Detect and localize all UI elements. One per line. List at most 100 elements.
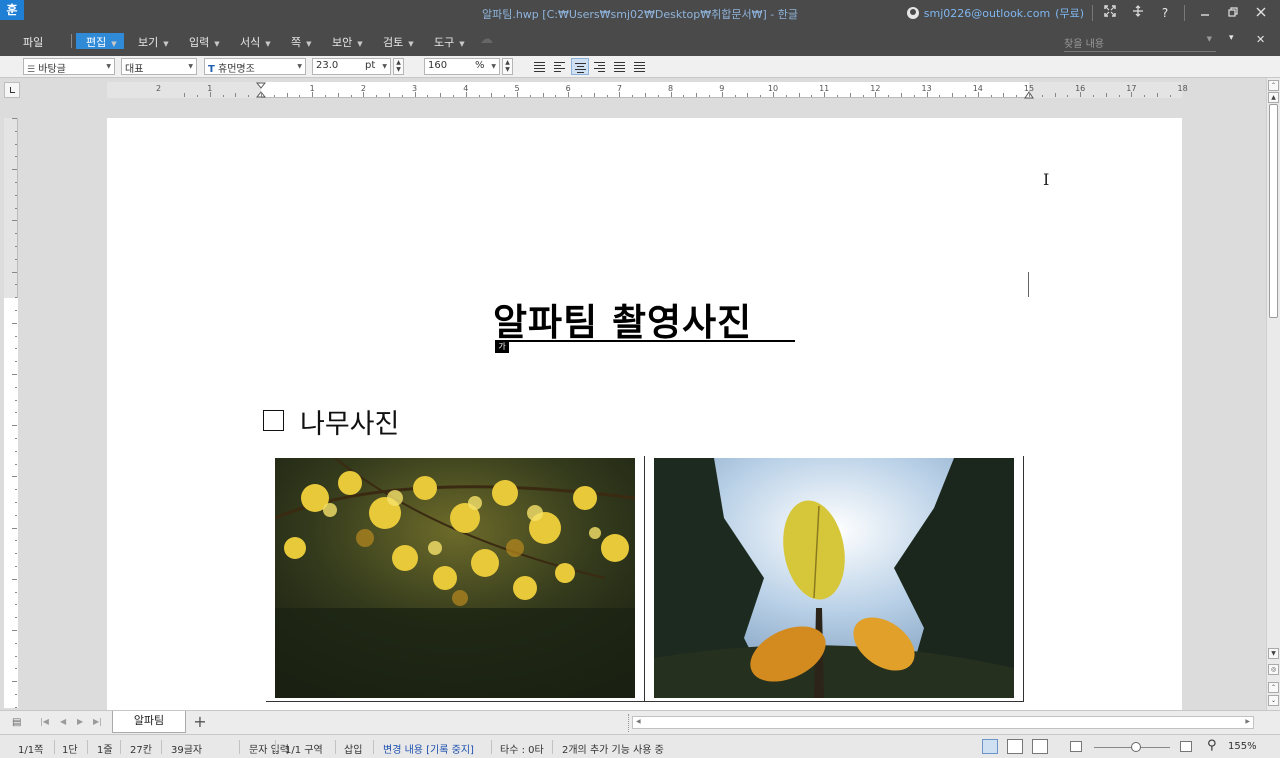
maple-photo[interactable]	[275, 458, 635, 698]
close-doc-icon[interactable]: ✕	[1256, 33, 1265, 46]
language-select[interactable]: 대표 ▼	[121, 58, 197, 75]
zoom-level[interactable]: 155%	[1228, 741, 1257, 752]
scroll-left-icon[interactable]: ◀	[636, 718, 641, 725]
status-bar: 1/1쪽 1단 1줄 27칸 39글자 문자 입력 1/1 구역 삽입 변경 내…	[0, 734, 1280, 758]
horizontal-scrollbar[interactable]: ◀ ▶	[632, 716, 1254, 729]
menu-security[interactable]: 보안 ▼	[332, 34, 363, 50]
full-view-icon[interactable]	[1032, 739, 1048, 754]
ruler-tick	[15, 668, 17, 670]
tab-type-button[interactable]	[4, 82, 20, 98]
font-size-spinner[interactable]: ▲ ▼	[393, 58, 404, 75]
menu-tools[interactable]: 도구 ▼	[434, 34, 465, 50]
scroll-down-icon[interactable]: ▼	[1268, 648, 1279, 659]
first-sheet-icon[interactable]: |◀	[40, 717, 49, 726]
resize-icon[interactable]	[1129, 5, 1147, 21]
status-track-changes[interactable]: 변경 내용 [기록 중지]	[383, 741, 474, 756]
sheet-list-icon[interactable]: ▤	[12, 717, 21, 728]
align-distribute-icon[interactable]	[611, 58, 629, 75]
find-dropdown-icon[interactable]: ▾	[1229, 33, 1234, 43]
scroll-top-icon[interactable]: ⌃	[1268, 80, 1279, 91]
ruler-tick	[1118, 95, 1120, 97]
scroll-divider[interactable]	[628, 714, 629, 732]
menu-insert[interactable]: 입력 ▼	[189, 34, 220, 50]
ruler-tick	[15, 194, 17, 196]
font-size-input[interactable]: 23.0 pt ▼	[312, 58, 391, 75]
page-view-icon[interactable]: ◎	[1268, 664, 1279, 675]
menu-edit[interactable]: 편집 ▼	[86, 34, 117, 50]
menu-file[interactable]: 파일	[23, 34, 43, 50]
restore-icon[interactable]	[1224, 5, 1242, 21]
fullscreen-icon[interactable]	[1101, 5, 1119, 21]
account-email[interactable]: smj0226@outlook.com	[924, 7, 1050, 20]
ruler-tick	[593, 93, 595, 97]
ruler-tick	[1054, 93, 1056, 97]
line-spacing-input[interactable]: 160 % ▼	[424, 58, 500, 75]
vertical-ruler[interactable]	[4, 118, 18, 721]
chevron-down-icon: ▼	[491, 63, 496, 70]
ruler-tick	[555, 95, 557, 97]
zoom-out-icon[interactable]	[1070, 741, 1082, 752]
status-keystrokes: 타수 : 0타	[500, 745, 544, 756]
ruler-tick	[273, 95, 275, 97]
magnifier-icon[interactable]: ⚲	[1207, 738, 1217, 753]
vertical-scrollbar[interactable]: ⌃ ▲ ▼ ◎ ⌃ ⌄	[1266, 78, 1280, 710]
menu-page[interactable]: 쪽 ▼	[291, 34, 312, 50]
add-sheet-button[interactable]: +	[190, 713, 210, 731]
next-page-icon[interactable]: ⌄	[1268, 695, 1279, 706]
prev-sheet-icon[interactable]: ◀	[60, 717, 66, 726]
last-sheet-icon[interactable]: ▶|	[93, 717, 102, 726]
align-center-icon[interactable]	[571, 58, 589, 75]
close-icon[interactable]	[1252, 5, 1270, 21]
chevron-down-icon: ▼	[306, 40, 312, 48]
ruler-tick	[542, 93, 544, 97]
horizontal-ruler[interactable]: 2 1 1 2 3 4 5 6 7 8 9 10 11 12 13 14 15 16 17 18	[107, 82, 1188, 99]
align-divide-icon[interactable]	[631, 58, 649, 75]
menu-review[interactable]: 검토 ▼	[383, 34, 414, 50]
font-select[interactable]: T 휴먼명조 ▼	[204, 58, 306, 75]
vruler-body	[4, 298, 18, 708]
status-addons[interactable]: 2개의 추가 기능 사용 중	[562, 741, 664, 756]
cloud-icon[interactable]: ☁	[480, 32, 493, 47]
style-select[interactable]: ☰ 바탕글 ▼	[23, 58, 115, 75]
next-sheet-icon[interactable]: ▶	[77, 717, 83, 726]
ruler-tick	[977, 92, 979, 97]
ruler-tick	[888, 95, 890, 97]
help-icon[interactable]: ?	[1156, 5, 1174, 21]
ruler-tick	[12, 681, 17, 683]
scrollbar-thumb[interactable]	[1269, 104, 1278, 318]
line-spacing-spinner[interactable]: ▲ ▼	[502, 58, 513, 75]
minimize-icon[interactable]	[1196, 5, 1214, 21]
web-view-icon[interactable]	[1007, 739, 1023, 754]
ruler-tick	[15, 489, 17, 491]
menu-format[interactable]: 서식 ▼	[240, 34, 271, 50]
app-logo-icon[interactable]: 훈	[0, 0, 24, 20]
ruler-tick	[1131, 92, 1133, 97]
sheet-tab[interactable]: 알파팀	[112, 711, 186, 733]
zoom-slider-knob[interactable]	[1131, 742, 1141, 752]
prev-page-icon[interactable]: ⌃	[1268, 682, 1279, 693]
align-right-icon[interactable]	[591, 58, 609, 75]
scroll-up-icon[interactable]: ▲	[1268, 92, 1279, 103]
account-plan: (무료)	[1055, 7, 1084, 20]
align-left-icon[interactable]	[551, 58, 569, 75]
page-title[interactable]: 알파팀 촬영사진	[493, 292, 795, 346]
find-input[interactable]: 찾을 내용 ▼	[1064, 32, 1216, 52]
status-insert-mode[interactable]: 삽입	[344, 741, 362, 756]
ruler-tick	[15, 655, 17, 657]
ruler-tick	[1157, 93, 1158, 97]
account-area[interactable]: smj0226@outlook.com (무료)	[906, 5, 1084, 21]
menu-view[interactable]: 보기 ▼	[138, 34, 169, 50]
section-title[interactable]: 나무사진	[300, 402, 399, 441]
ruler-tick	[1029, 92, 1030, 97]
ruler-tick	[15, 514, 17, 516]
scroll-right-icon[interactable]: ▶	[1245, 718, 1250, 725]
leaves-sky-photo[interactable]	[654, 458, 1014, 698]
ruler-tick	[12, 630, 17, 631]
ruler-tick	[376, 95, 378, 97]
ruler-tick	[15, 553, 17, 555]
normal-view-icon[interactable]	[982, 739, 998, 754]
sheet-tabs-bar: ▤ |◀ ◀ ▶ ▶| 알파팀 + ◀ ▶	[0, 710, 1280, 734]
zoom-in-icon[interactable]	[1180, 741, 1192, 752]
status-page[interactable]: 1/1쪽	[18, 741, 43, 756]
align-justify-icon[interactable]	[531, 58, 549, 75]
